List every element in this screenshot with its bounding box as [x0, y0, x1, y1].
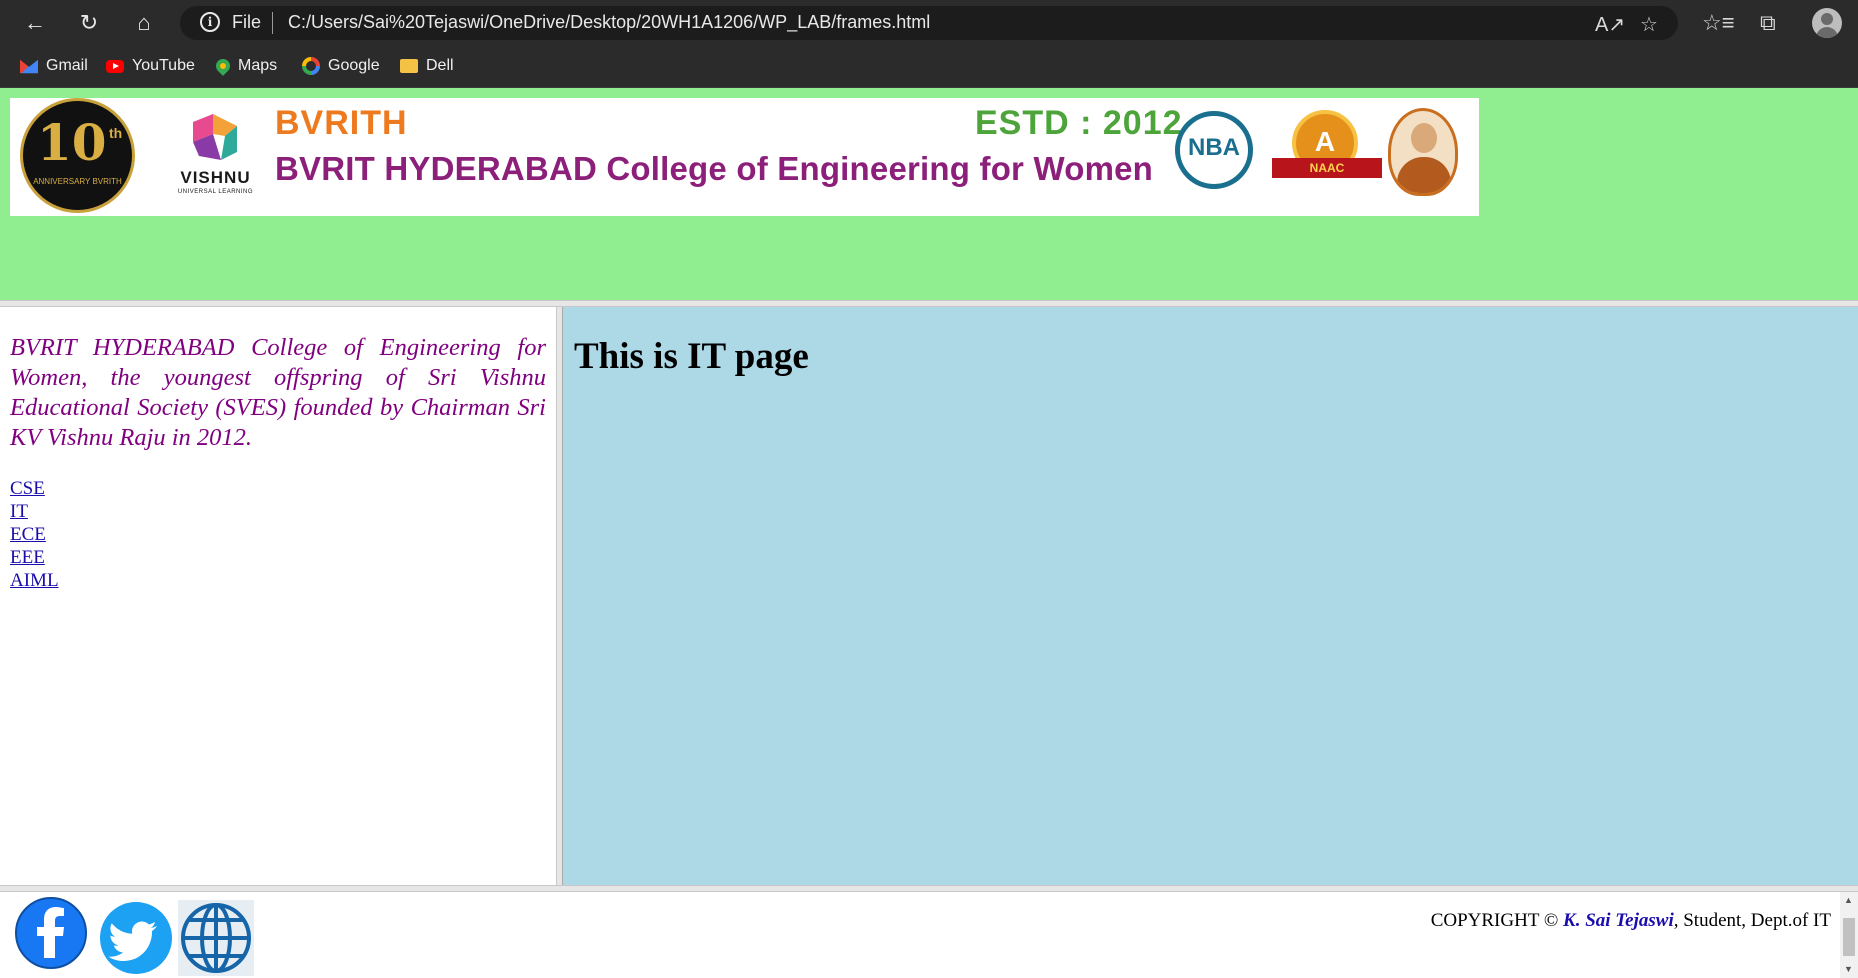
frame-divider-top[interactable]	[0, 300, 1858, 307]
gmail-icon	[20, 59, 38, 74]
site-info-icon[interactable]: i	[200, 12, 220, 32]
scroll-up-arrow-icon[interactable]: ▲	[1844, 895, 1853, 905]
anniversary-caption: ANNIVERSARY BVRITH	[33, 177, 122, 186]
college-banner: 10 th ANNIVERSARY BVRITH VISHNU UNIVERSA…	[10, 98, 1479, 216]
bookmark-label: YouTube	[132, 57, 195, 74]
youtube-icon	[106, 59, 124, 73]
vishnu-tagline: UNIVERSAL LEARNING	[177, 189, 254, 195]
bookmark-label: Google	[328, 57, 380, 74]
anniversary-logo: 10 th ANNIVERSARY BVRITH	[20, 98, 135, 213]
bookmark-label: Maps	[238, 57, 278, 74]
protocol-label: File	[232, 12, 262, 32]
bookmark-youtube[interactable]: YouTube	[106, 55, 195, 77]
collections-icon[interactable]: ⧉	[1760, 10, 1776, 36]
browser-toolbar: ← ↻ ⌂ i File C:/Users/Sai%20Tejaswi/OneD…	[0, 0, 1858, 45]
bookmark-maps[interactable]: Maps	[213, 55, 278, 77]
vishnu-logo-icon	[193, 114, 237, 160]
copyright-prefix: COPYRIGHT ©	[1430, 910, 1559, 931]
frame-divider-bottom[interactable]	[0, 885, 1858, 892]
refresh-icon[interactable]: ↻	[74, 8, 104, 38]
twitter-icon[interactable]	[99, 902, 173, 974]
footer-frame: COPYRIGHT © K. Sai Tejaswi, Student, Dep…	[0, 892, 1858, 978]
nba-seal-icon: NBA	[1175, 111, 1253, 189]
bookmarks-bar: Gmail YouTube Maps Google Dell	[0, 45, 1858, 88]
globe-icon[interactable]	[178, 900, 254, 976]
naac-label: NAAC	[1272, 158, 1382, 178]
department-links: CSE IT ECE EEE AIML	[10, 477, 59, 592]
scrollbar-thumb[interactable]	[1843, 918, 1855, 956]
link-cse[interactable]: CSE	[10, 477, 59, 500]
bookmark-label: Dell	[426, 57, 454, 74]
copyright-text: COPYRIGHT © K. Sai Tejaswi, Student, Dep…	[1431, 910, 1831, 932]
college-intro-text: BVRIT HYDERABAD College of Engineering f…	[10, 334, 546, 451]
scroll-down-arrow-icon[interactable]: ▼	[1844, 964, 1853, 974]
read-aloud-icon[interactable]: A↗	[1595, 12, 1625, 37]
page-heading: This is IT page	[574, 336, 809, 377]
header-frame: 10 th ANNIVERSARY BVRITH VISHNU UNIVERSA…	[0, 88, 1858, 300]
nba-label: NBA	[1188, 134, 1240, 161]
folder-icon	[400, 59, 418, 73]
address-divider	[272, 12, 273, 34]
bookmark-gmail[interactable]: Gmail	[20, 55, 88, 77]
anniversary-suffix: th	[109, 125, 123, 141]
favorites-icon[interactable]: ☆≡	[1702, 10, 1735, 36]
google-icon	[302, 57, 320, 75]
author-name: K. Sai Tejaswi	[1563, 910, 1674, 931]
frame-divider-vertical[interactable]	[556, 307, 563, 885]
link-ece[interactable]: ECE	[10, 523, 59, 546]
bookmark-google[interactable]: Google	[302, 55, 380, 77]
college-full-name: BVRIT HYDERABAD College of Engineering f…	[275, 150, 1154, 187]
copyright-suffix: , Student, Dept.of IT	[1673, 910, 1831, 931]
footer-scrollbar[interactable]: ▲ ▼	[1840, 892, 1858, 978]
anniversary-number: 10	[37, 113, 107, 172]
back-arrow-icon[interactable]: ←	[20, 8, 50, 38]
bookmark-dell[interactable]: Dell	[400, 55, 454, 77]
facebook-icon[interactable]	[14, 896, 88, 970]
naac-badge-icon: A NAAC	[1272, 110, 1382, 192]
address-bar[interactable]: i File C:/Users/Sai%20Tejaswi/OneDrive/D…	[180, 6, 1678, 40]
add-favorite-icon[interactable]: ☆	[1640, 12, 1658, 37]
bookmark-label: Gmail	[46, 57, 88, 74]
content-frame: This is IT page	[563, 307, 1858, 885]
home-icon[interactable]: ⌂	[129, 8, 159, 38]
naac-grade: A	[1314, 126, 1336, 157]
vishnu-wordmark: VISHNU	[180, 168, 251, 187]
established-year: ESTD : 2012	[975, 104, 1183, 142]
college-short-name: BVRITH	[275, 104, 408, 142]
link-aiml[interactable]: AIML	[10, 569, 59, 592]
url-text[interactable]: C:/Users/Sai%20Tejaswi/OneDrive/Desktop/…	[288, 12, 930, 33]
maps-icon	[213, 56, 233, 76]
left-nav-frame: BVRIT HYDERABAD College of Engineering f…	[0, 307, 556, 885]
link-eee[interactable]: EEE	[10, 546, 59, 569]
profile-icon[interactable]	[1812, 8, 1842, 38]
link-it[interactable]: IT	[10, 500, 59, 523]
founder-portrait	[1388, 108, 1458, 196]
